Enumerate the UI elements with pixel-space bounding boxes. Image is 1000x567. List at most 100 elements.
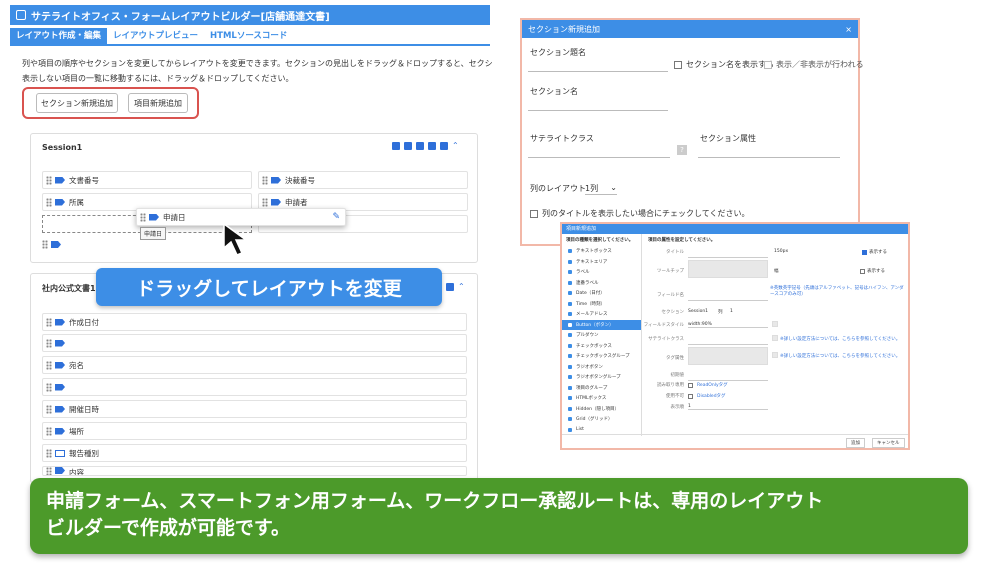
field-row[interactable]: 宛名 (42, 356, 467, 374)
help-icon[interactable]: ? (677, 145, 687, 155)
column-title-checkbox[interactable] (530, 209, 538, 218)
item-type-option[interactable]: Button（ボタン） (562, 319, 641, 330)
drag-handle-icon[interactable] (46, 382, 52, 392)
field-icon (271, 198, 281, 206)
tag-attr-textarea[interactable] (688, 347, 768, 365)
drag-handle-icon[interactable] (46, 197, 52, 207)
field-name-input[interactable] (688, 294, 768, 301)
item-type-option[interactable]: 項目のグループ (562, 383, 641, 394)
item-type-option[interactable]: 連番ラベル (562, 278, 641, 289)
show-toggle-checkbox[interactable] (764, 60, 772, 69)
field-row[interactable]: 文書番号 (42, 171, 252, 189)
drag-handle-icon[interactable] (262, 197, 268, 207)
item-cancel-button[interactable]: キャンセル (872, 438, 905, 448)
item-type-option[interactable]: プルダウン (562, 330, 641, 341)
readonly-label: 読み取り専用 (657, 383, 684, 388)
tab-order-input[interactable]: 1 (688, 404, 768, 410)
tab-layout-edit[interactable]: レイアウト作成・編集 (10, 28, 108, 44)
field-row[interactable]: 内容 (42, 466, 467, 476)
delete-icon[interactable] (416, 142, 424, 150)
item-type-icon (568, 375, 572, 380)
drag-handle-icon[interactable] (46, 175, 52, 185)
field-row[interactable]: 決裁番号 (258, 171, 468, 189)
section-attr-input[interactable] (698, 157, 840, 158)
section-name-input[interactable] (528, 110, 668, 111)
field-row[interactable] (42, 240, 65, 249)
drag-handle-icon[interactable] (46, 317, 52, 327)
field-style-input[interactable]: width:90% (688, 322, 768, 328)
detail-link[interactable]: ※詳しい設定方法については、こちらを参照してください。 (780, 353, 900, 359)
collapse-icon[interactable]: ⌃ (452, 142, 459, 150)
section-title-input[interactable] (528, 71, 668, 72)
section-name-label: セクション名 (530, 87, 578, 96)
item-type-icon (568, 396, 572, 401)
section-select[interactable]: Session1 (688, 309, 708, 314)
checkbox[interactable] (860, 268, 865, 274)
drag-handle-icon[interactable] (46, 467, 52, 475)
drag-handle-icon[interactable] (46, 426, 52, 436)
checkbox[interactable] (688, 393, 693, 399)
item-type-icon (568, 364, 572, 369)
add-section-button[interactable]: セクション新規追加 (36, 93, 118, 113)
tab-layout-preview[interactable]: レイアウトプレビュー (107, 28, 204, 44)
title-input[interactable] (688, 251, 768, 258)
item-type-option[interactable]: メールアドレス (562, 309, 641, 320)
initial-value-input[interactable] (688, 374, 768, 381)
edit-icon[interactable] (392, 142, 400, 150)
drag-handle-icon[interactable] (42, 240, 48, 249)
radio-field-icon (55, 449, 65, 457)
column-select[interactable]: 1 (730, 309, 733, 314)
item-add-button[interactable]: 追加 (846, 438, 865, 448)
detail-link[interactable]: ※詳しい設定方法については、こちらを参照してください。 (780, 336, 900, 342)
field-row[interactable] (42, 334, 467, 352)
drag-handle-icon[interactable] (262, 175, 268, 185)
item-type-option[interactable]: テキストエリア (562, 257, 641, 268)
drag-handle-icon[interactable] (46, 338, 52, 348)
move-up-icon[interactable] (428, 142, 436, 150)
field-row[interactable] (42, 378, 467, 396)
item-type-option[interactable]: Hidden（隠し項目） (562, 404, 641, 415)
item-type-option[interactable]: ラジオボタン (562, 362, 641, 373)
item-type-option[interactable]: Time（時刻） (562, 299, 641, 310)
drag-handle-icon[interactable] (140, 212, 146, 222)
item-type-option[interactable]: チェックボックス (562, 341, 641, 352)
title-label: タイトル (666, 250, 684, 255)
item-type-option[interactable]: ラジオボタングループ (562, 372, 641, 383)
add-item-button[interactable]: 項目新規追加 (128, 93, 188, 113)
pencil-icon[interactable]: ✎ (332, 212, 340, 222)
satellite-class-input[interactable] (688, 338, 768, 345)
drag-handle-icon[interactable] (46, 448, 52, 458)
item-type-option[interactable]: HTMLボックス (562, 393, 641, 404)
help-icon[interactable] (772, 352, 778, 358)
tab-order-label: 表示順 (670, 405, 685, 410)
satellite-class-input[interactable] (528, 157, 670, 158)
help-icon[interactable] (772, 321, 778, 327)
field-row[interactable]: 開催日時 (42, 400, 467, 418)
drag-handle-icon[interactable] (46, 404, 52, 414)
item-type-option[interactable]: Date（日付） (562, 288, 641, 299)
tooltip-textarea[interactable] (688, 260, 768, 278)
tab-html-source[interactable]: HTMLソースコード (204, 28, 293, 44)
item-type-option[interactable]: Grid（グリッド） (562, 414, 641, 425)
instructions: 列や項目の順序やセクションを変更してからレイアウトを変更できます。セクションの見… (22, 59, 492, 83)
checkbox[interactable] (688, 382, 693, 388)
section-label: セクション (661, 310, 685, 315)
field-row[interactable]: 場所 (42, 422, 467, 440)
move-down-icon[interactable] (440, 142, 448, 150)
field-row[interactable]: 報告種別 (42, 444, 467, 462)
move-down-icon[interactable] (446, 283, 454, 291)
item-type-option[interactable]: テキストボックス (562, 246, 641, 257)
checkbox-checked-icon[interactable] (862, 249, 867, 255)
help-icon[interactable] (772, 335, 778, 341)
item-type-option[interactable]: ラベル (562, 267, 641, 278)
close-icon[interactable]: × (845, 25, 852, 34)
copy-icon[interactable] (404, 142, 412, 150)
field-row[interactable]: 作成日付 (42, 313, 467, 331)
show-name-checkbox[interactable] (674, 60, 682, 69)
drag-handle-icon[interactable] (46, 360, 52, 370)
item-type-option[interactable]: チェックボックスグループ (562, 351, 641, 362)
show-name-option: セクション名を表示する (674, 59, 774, 70)
drag-hint-banner: ドラッグしてレイアウトを変更 (96, 268, 442, 306)
column-layout-select[interactable]: 1列 ⌄ (585, 183, 617, 195)
collapse-icon[interactable]: ⌃ (458, 283, 465, 291)
